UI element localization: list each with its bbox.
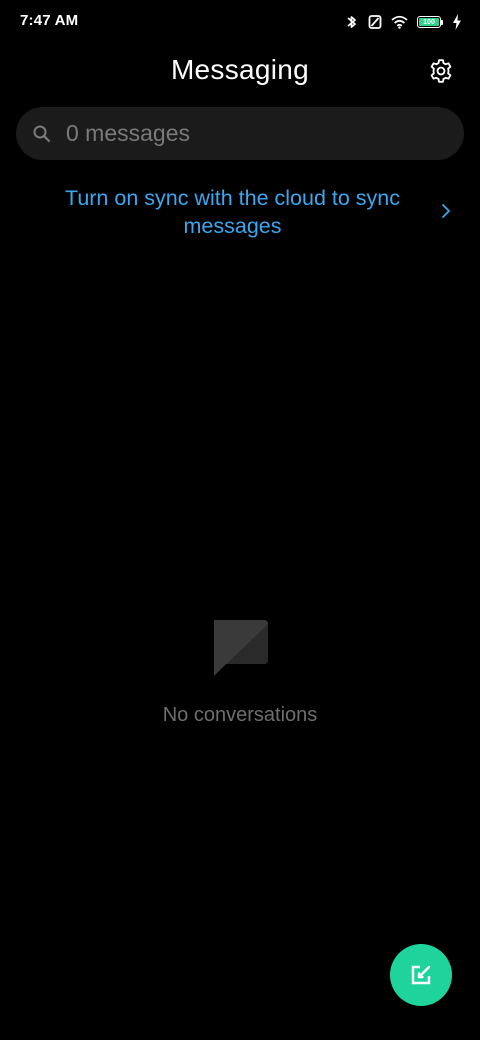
compose-icon xyxy=(411,965,431,985)
page-title: Messaging xyxy=(170,54,310,85)
settings-button[interactable] xyxy=(424,54,458,88)
search-icon xyxy=(33,125,51,143)
battery-level: 100 xyxy=(423,18,435,26)
sync-banner-text: Turn on sync with the cloud to sync mess… xyxy=(64,186,400,238)
sync-cloud-banner[interactable]: Turn on sync with the cloud to sync mess… xyxy=(30,184,460,244)
status-icons: 100 xyxy=(345,12,462,32)
no-sim-icon xyxy=(368,14,382,30)
chat-bubble-icon xyxy=(214,620,268,676)
charging-icon xyxy=(452,14,462,30)
empty-state-text: No conversations xyxy=(162,704,318,726)
messaging-screen: 7:47 AM 100 Messaging 0 messages Turn on… xyxy=(0,0,480,1040)
status-time: 7:47 AM xyxy=(20,12,79,29)
wifi-icon xyxy=(391,15,408,29)
chevron-right-icon xyxy=(442,204,450,218)
status-bar: 7:47 AM 100 xyxy=(0,0,480,44)
search-bar[interactable] xyxy=(16,107,464,160)
compose-message-button[interactable] xyxy=(390,944,452,1006)
search-input[interactable] xyxy=(66,107,446,160)
gear-icon xyxy=(430,59,452,83)
bluetooth-icon xyxy=(345,14,359,30)
battery-icon: 100 xyxy=(417,16,443,28)
